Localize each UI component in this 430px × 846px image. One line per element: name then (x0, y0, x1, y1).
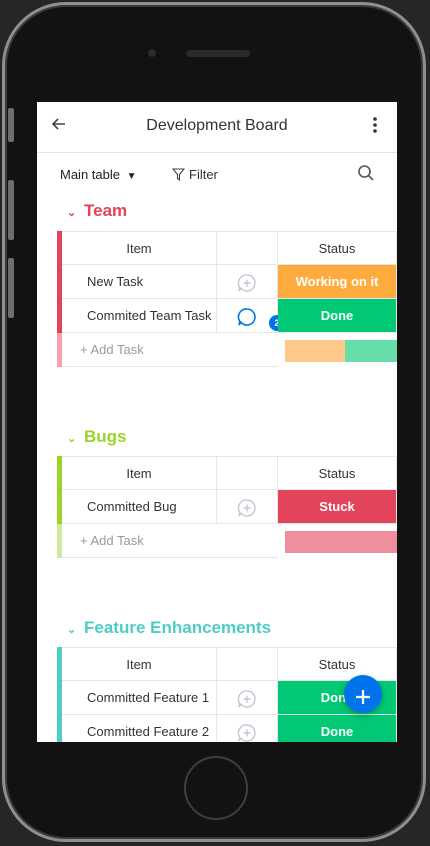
column-header-updates (217, 456, 278, 490)
front-camera (148, 49, 156, 57)
item-name: Committed Bug (87, 499, 177, 514)
volume-down-button (8, 258, 14, 318)
column-header-item[interactable]: Item (62, 456, 217, 490)
volume-up-button (8, 180, 14, 240)
table-row[interactable]: Commited Team Task 2 Done (57, 299, 397, 333)
table-row[interactable]: Committed Bug Stuck (57, 490, 397, 524)
group-collapse-chevron-icon[interactable]: ⌄ (67, 623, 76, 636)
group-table-bugs: Item Status Committed Bug Stuck + Add Ta… (57, 456, 397, 560)
table-row[interactable]: Committed Feature 2 Done (57, 715, 397, 742)
column-header-updates (217, 231, 278, 265)
add-update-icon[interactable] (217, 490, 278, 524)
filter-button[interactable]: Filter (171, 167, 218, 182)
item-name: Commited Team Task (87, 308, 212, 323)
group-table-team: Item Status New Task Working on it Commi… (57, 231, 397, 371)
status-cell[interactable]: Done (278, 715, 397, 742)
status-summary-working (285, 340, 345, 362)
status-summary-done (345, 340, 397, 362)
plus-icon (356, 690, 370, 704)
table-header-row: Item Status (57, 456, 397, 490)
item-name: Committed Feature 2 (87, 724, 210, 739)
filter-label: Filter (189, 167, 218, 182)
search-icon[interactable] (357, 164, 377, 184)
more-options-icon[interactable] (365, 116, 385, 138)
add-update-icon[interactable] (217, 681, 278, 715)
app-screen: Development Board Main table ▼ Filter ⌄ … (37, 102, 397, 742)
status-cell[interactable]: Done (278, 299, 397, 333)
mute-switch (8, 108, 14, 142)
chevron-down-icon: ▼ (126, 171, 137, 182)
app-header: Development Board (37, 102, 397, 153)
status-cell[interactable]: Stuck (278, 490, 397, 524)
table-header-row: Item Status (57, 647, 397, 681)
group-collapse-chevron-icon[interactable]: ⌄ (67, 432, 76, 445)
column-header-status[interactable]: Status (278, 647, 397, 681)
board-toolbar: Main table ▼ Filter (37, 154, 397, 194)
table-header-row: Item Status (57, 231, 397, 265)
item-name: New Task (87, 274, 144, 289)
filter-icon (171, 168, 186, 182)
back-arrow-icon[interactable] (49, 116, 69, 136)
status-summary-stuck (285, 531, 397, 553)
earpiece-speaker (186, 50, 250, 57)
column-header-status[interactable]: Status (278, 231, 397, 265)
column-header-item[interactable]: Item (62, 231, 217, 265)
status-cell[interactable]: Working on it (278, 265, 397, 299)
item-name: Committed Feature 1 (87, 690, 210, 705)
add-update-icon[interactable] (217, 715, 278, 742)
column-header-status[interactable]: Status (278, 456, 397, 490)
view-selector-label: Main table (60, 167, 120, 182)
board-title: Development Board (146, 117, 288, 134)
item-cell[interactable]: Committed Feature 1 (62, 681, 217, 715)
add-item-fab[interactable] (344, 675, 382, 713)
group-title-feature-enhancements[interactable]: Feature Enhancements (84, 618, 271, 638)
group-title-team[interactable]: Team (84, 201, 127, 221)
item-cell[interactable]: New Task (62, 265, 217, 299)
add-task-row[interactable]: + Add Task (57, 524, 397, 558)
item-cell[interactable]: Committed Feature 2 (62, 715, 217, 742)
column-header-updates (217, 647, 278, 681)
column-header-item[interactable]: Item (62, 647, 217, 681)
item-cell[interactable]: Committed Bug (62, 490, 217, 524)
add-task-button[interactable]: + Add Task (62, 524, 278, 558)
item-cell[interactable]: Commited Team Task (62, 299, 217, 333)
add-task-button[interactable]: + Add Task (62, 333, 278, 367)
add-task-row[interactable]: + Add Task (57, 333, 397, 367)
group-title-bugs[interactable]: Bugs (84, 427, 127, 447)
home-button[interactable] (184, 756, 248, 820)
group-collapse-chevron-icon[interactable]: ⌄ (67, 206, 76, 219)
add-update-icon[interactable] (217, 265, 278, 299)
table-row[interactable]: New Task Working on it (57, 265, 397, 299)
view-selector[interactable]: Main table ▼ (60, 167, 137, 182)
